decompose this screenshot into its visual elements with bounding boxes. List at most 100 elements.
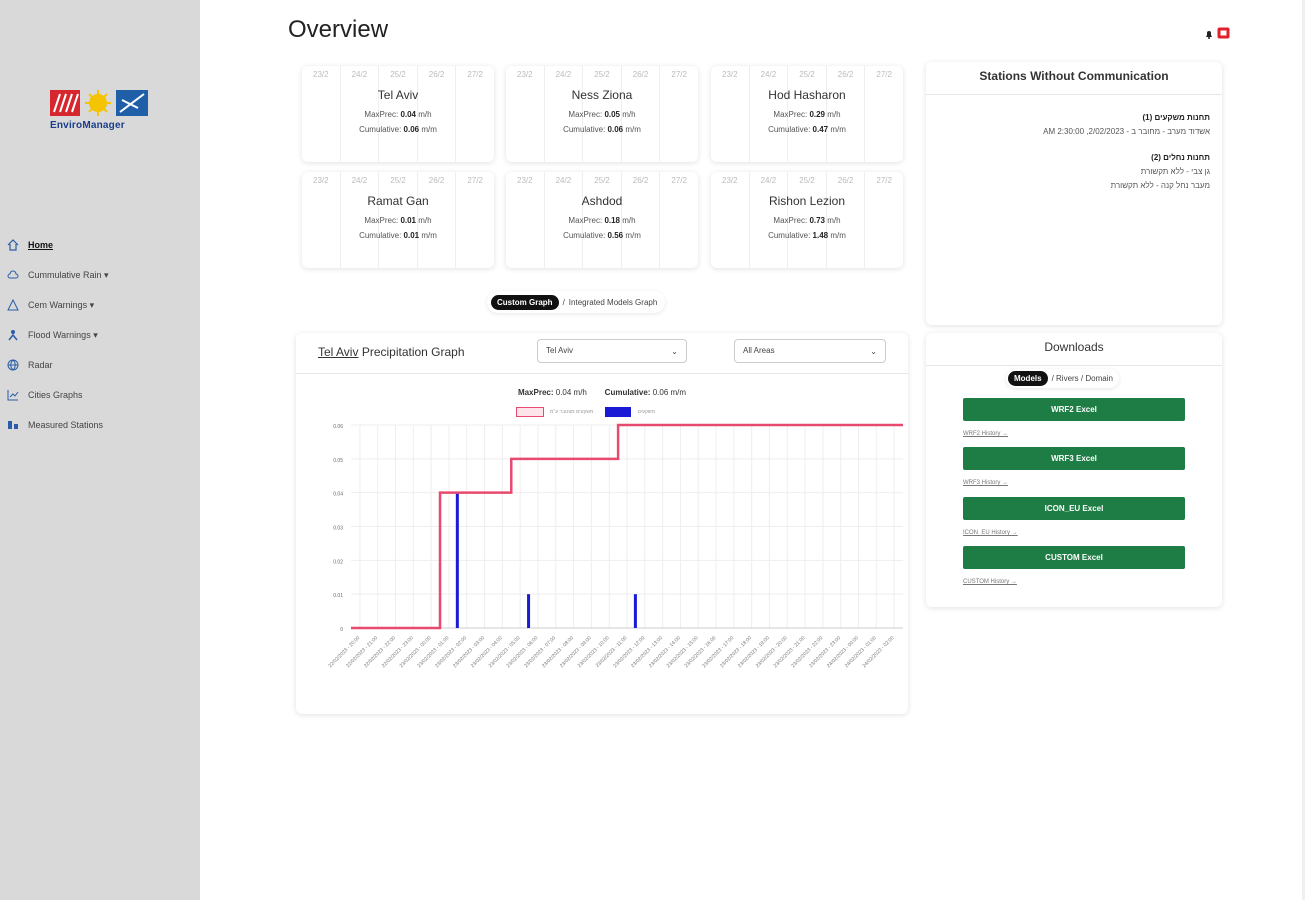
x-tick-label: 23/02/2023 - 22:00 bbox=[790, 635, 824, 669]
y-tick-label: 0.04 bbox=[333, 492, 343, 498]
city-maxprec: MaxPrec: 0.05 m/h bbox=[568, 110, 636, 119]
custom-history-link[interactable]: CUSTOM History → bbox=[963, 579, 1017, 585]
x-tick-label: 22/02/2023 - 22:00 bbox=[363, 635, 397, 669]
city-maxprec: MaxPrec: 0.29 m/h bbox=[773, 110, 841, 119]
x-tick-label: 23/02/2023 - 13:00 bbox=[630, 635, 664, 669]
x-tick-label: 23/02/2023 - 09:00 bbox=[559, 635, 593, 669]
sidebar-item-radar[interactable]: Radar bbox=[6, 350, 196, 380]
city-card-tel-aviv[interactable]: 23/2 24/2 25/2 26/2 27/2 Tel Aviv MaxPrec: 0… bbox=[302, 66, 494, 162]
chevron-down-icon: ⌄ bbox=[671, 347, 678, 356]
chevron-down-icon: ⌄ bbox=[870, 347, 877, 356]
page-title: Overview bbox=[288, 16, 389, 43]
downloads-title: Downloads bbox=[926, 333, 1222, 366]
icon-eu-excel-button[interactable]: ICON_EU Excel bbox=[963, 497, 1185, 520]
city-maxprec: MaxPrec: 0.18 m/h bbox=[568, 216, 636, 225]
city-name: Hod Hasharon bbox=[768, 88, 846, 102]
y-tick-label: 0.02 bbox=[333, 559, 343, 565]
city-cumulative: Cumulative: 0.01 m/m bbox=[359, 231, 437, 240]
precip-bar bbox=[527, 594, 531, 628]
sidebar-item-label: Home bbox=[28, 240, 54, 250]
sidebar-item-label: Cem Warnings ▾ bbox=[28, 299, 95, 310]
precip-bar bbox=[633, 594, 637, 628]
precip-bar bbox=[455, 492, 459, 628]
x-tick-label: 23/02/2023 - 06:00 bbox=[505, 635, 539, 669]
x-tick-label: 23/02/2023 - 18:00 bbox=[719, 635, 753, 669]
sidebar-item-home[interactable]: Home bbox=[6, 230, 196, 260]
y-tick-label: 0.06 bbox=[333, 424, 343, 430]
city-card-ramat-gan[interactable]: 23/2 24/2 25/2 26/2 27/2 Ramat Gan MaxPrec: … bbox=[302, 172, 494, 268]
wrf3-excel-button[interactable]: WRF3 Excel bbox=[963, 447, 1185, 470]
no-comm-station: מעבר נחל קנה - ללא תקשורת bbox=[1110, 181, 1210, 190]
wrf2-history-link[interactable]: WRF2 History → bbox=[963, 431, 1008, 437]
no-comm-station: גן צבי - ללא תקשורת bbox=[1140, 167, 1210, 176]
city-cumulative: Cumulative: 0.47 m/m bbox=[768, 125, 846, 134]
stations-without-communication-card: Stations Without Communication תחנות משק… bbox=[926, 62, 1222, 325]
city-card-rishon-lezion[interactable]: 23/2 24/2 25/2 26/2 27/2 Rishon Lezion MaxPr… bbox=[711, 172, 903, 268]
sidebar-item-cities-graphs[interactable]: Cities Graphs bbox=[6, 380, 196, 410]
x-tick-label: 24/02/2023 - 02:00 bbox=[862, 635, 896, 669]
icon-eu-history-link[interactable]: ICON_EU History → bbox=[963, 530, 1018, 536]
sidebar-item-label: Flood Warnings ▾ bbox=[28, 329, 98, 340]
wrf2-excel-button[interactable]: WRF2 Excel bbox=[963, 398, 1185, 421]
toggle-separator: / bbox=[562, 297, 565, 307]
city-name: Rishon Lezion bbox=[768, 194, 846, 208]
city-card-ness-ziona[interactable]: 23/2 24/2 25/2 26/2 27/2 Ness Ziona MaxPrec:… bbox=[506, 66, 698, 162]
stations-icon bbox=[6, 418, 20, 432]
person-icon bbox=[6, 328, 20, 342]
downloads-toggle: Models / Rivers / Domain bbox=[1006, 369, 1119, 388]
sidebar: EnviroManager Home Cummulative Rain ▾ Ce… bbox=[0, 0, 200, 900]
custom-excel-button[interactable]: CUSTOM Excel bbox=[963, 546, 1185, 569]
bell-icon[interactable] bbox=[1205, 26, 1213, 44]
wrf3-history-link[interactable]: WRF3 History → bbox=[963, 480, 1008, 486]
sidebar-item-flood-warnings[interactable]: Flood Warnings ▾ bbox=[6, 320, 196, 350]
x-tick-label: 23/02/2023 - 12:00 bbox=[612, 635, 646, 669]
x-tick-label: 23/02/2023 - 14:00 bbox=[648, 635, 682, 669]
city-name: Ramat Gan bbox=[367, 194, 429, 208]
city-card-ashdod[interactable]: 23/2 24/2 25/2 26/2 27/2 Ashdod MaxPrec: 0.1… bbox=[506, 172, 698, 268]
sidebar-item-cumulative-rain[interactable]: Cummulative Rain ▾ bbox=[6, 260, 196, 290]
logo-text: EnviroManager bbox=[50, 120, 125, 131]
precipitation-graph-card: Tel Aviv Precipitation Graph Tel Aviv ⌄ A… bbox=[296, 333, 908, 714]
no-comm-group-heading: תחנות נחלים (2) bbox=[1151, 153, 1210, 162]
sidebar-item-cem-warnings[interactable]: Cem Warnings ▾ bbox=[6, 290, 196, 320]
no-comm-title: Stations Without Communication bbox=[926, 62, 1222, 95]
y-tick-label: 0.05 bbox=[333, 458, 343, 464]
x-tick-label: 23/02/2023 - 10:00 bbox=[577, 635, 611, 669]
globe-icon bbox=[6, 358, 20, 372]
x-tick-label: 23/02/2023 - 00:00 bbox=[399, 635, 433, 669]
no-comm-group-heading: תחנות משקעים (1) bbox=[1142, 113, 1210, 122]
y-tick-label: 0.03 bbox=[333, 526, 343, 532]
line-chart-icon bbox=[6, 388, 20, 402]
x-tick-label: 23/02/2023 - 08:00 bbox=[541, 635, 575, 669]
city-cumulative: Cumulative: 1.48 m/m bbox=[768, 231, 846, 240]
notification-badge-icon[interactable] bbox=[1217, 26, 1230, 44]
integrated-models-graph-tab[interactable]: Integrated Models Graph bbox=[569, 298, 658, 307]
sidebar-item-measured-stations[interactable]: Measured Stations bbox=[6, 410, 196, 440]
area-select[interactable]: All Areas ⌄ bbox=[734, 339, 886, 363]
city-maxprec: MaxPrec: 0.73 m/h bbox=[773, 216, 841, 225]
x-tick-label: 23/02/2023 - 01:00 bbox=[416, 635, 450, 669]
cloud-icon bbox=[6, 268, 20, 282]
models-tab[interactable]: Models bbox=[1008, 371, 1048, 386]
city-maxprec: MaxPrec: 0.01 m/h bbox=[364, 216, 432, 225]
sidebar-item-label: Measured Stations bbox=[28, 420, 104, 430]
city-cumulative: Cumulative: 0.56 m/m bbox=[563, 231, 641, 240]
x-tick-label: 23/02/2023 - 05:00 bbox=[488, 635, 522, 669]
x-tick-label: 23/02/2023 - 07:00 bbox=[523, 635, 557, 669]
sidebar-item-label: Cummulative Rain ▾ bbox=[28, 269, 109, 280]
city-maxprec: MaxPrec: 0.04 m/h bbox=[364, 110, 432, 119]
city-select[interactable]: Tel Aviv ⌄ bbox=[537, 339, 687, 363]
custom-graph-tab[interactable]: Custom Graph bbox=[491, 294, 559, 310]
x-tick-label: 23/02/2023 - 17:00 bbox=[701, 635, 735, 669]
sidebar-item-label: Cities Graphs bbox=[28, 390, 83, 400]
x-tick-label: 23/02/2023 - 15:00 bbox=[666, 635, 700, 669]
rivers-domain-tabs[interactable]: / Rivers / Domain bbox=[1052, 374, 1113, 383]
x-tick-label: 23/02/2023 - 20:00 bbox=[755, 635, 789, 669]
warning-icon bbox=[6, 298, 20, 312]
downloads-card: Downloads Models / Rivers / Domain WRF2 … bbox=[926, 333, 1222, 607]
x-tick-label: 23/02/2023 - 04:00 bbox=[470, 635, 504, 669]
city-card-hod-hasharon[interactable]: 23/2 24/2 25/2 26/2 27/2 Hod Hasharon MaxPre… bbox=[711, 66, 903, 162]
y-tick-label: 0 bbox=[340, 627, 343, 633]
graph-stats: MaxPrec: 0.04 m/h Cumulative: 0.06 m/m bbox=[517, 388, 687, 397]
city-name: Ness Ziona bbox=[571, 88, 633, 102]
